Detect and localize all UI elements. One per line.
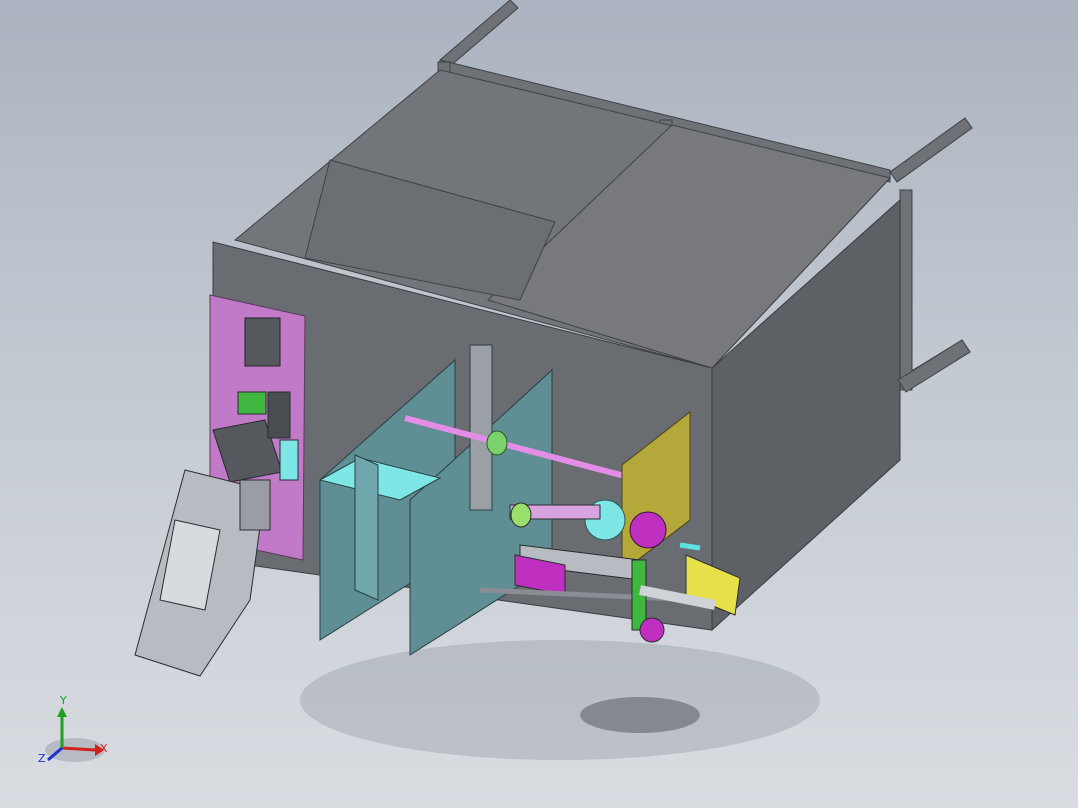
floor-shadow-dark xyxy=(580,697,700,733)
view-triad: X Y Z xyxy=(38,694,108,765)
pulley xyxy=(629,511,667,549)
x-axis-line xyxy=(61,746,96,752)
cad-model[interactable]: X Y Z xyxy=(0,0,1078,808)
cad-viewport[interactable]: X Y Z xyxy=(0,0,1078,808)
green-collar xyxy=(486,430,508,456)
x-axis-label: X xyxy=(100,742,108,755)
y-axis-label: Y xyxy=(59,694,67,707)
z-axis-label: Z xyxy=(38,752,46,765)
pink-plate-block xyxy=(244,317,281,367)
floor-shadow xyxy=(300,640,820,760)
